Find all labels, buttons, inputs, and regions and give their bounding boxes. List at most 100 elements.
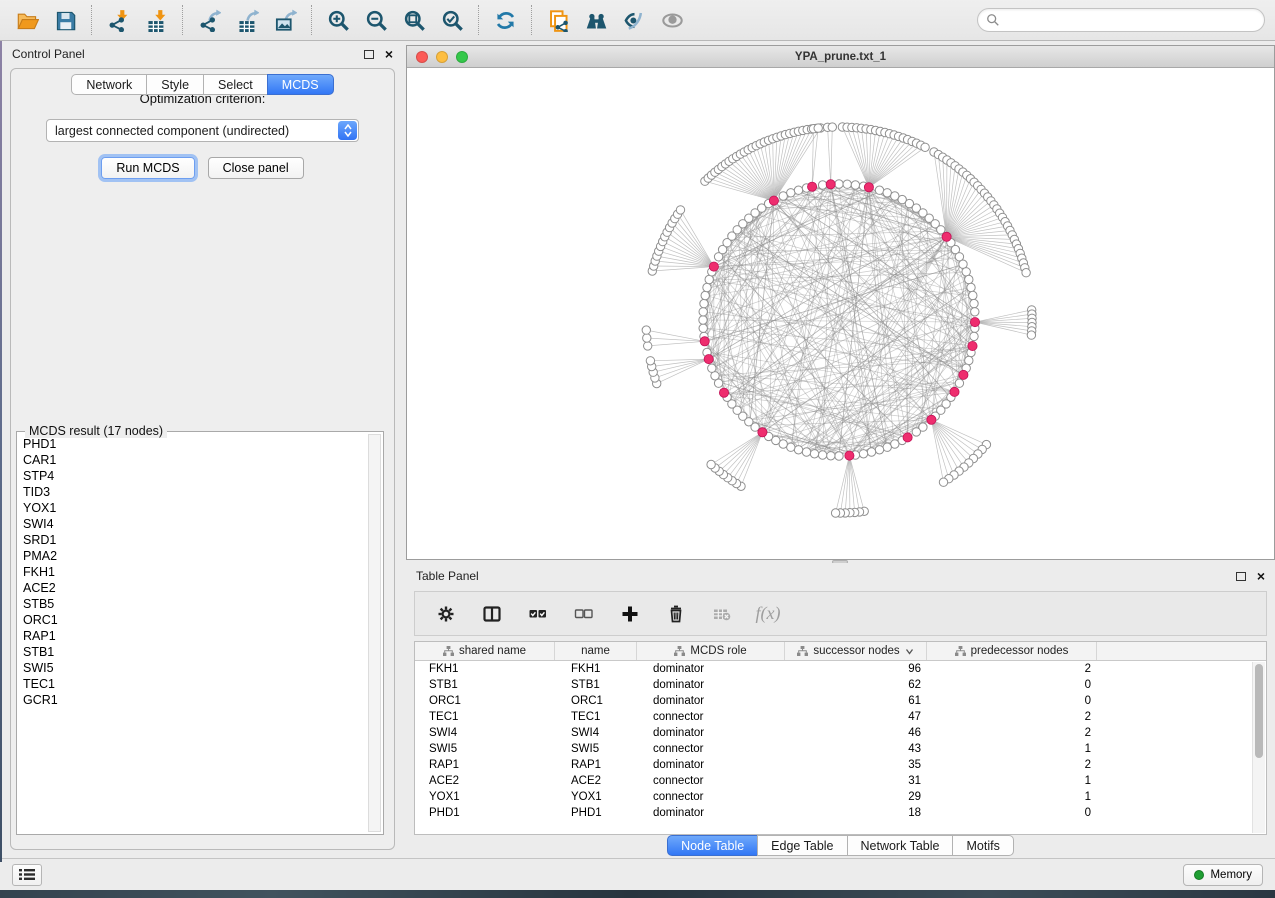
tab-select[interactable]: Select bbox=[203, 74, 268, 95]
mcds-node-item[interactable]: SWI5 bbox=[23, 660, 367, 676]
mcds-node-item[interactable]: PMA2 bbox=[23, 548, 367, 564]
table-row[interactable]: SWI5SWI5connector431 bbox=[415, 741, 1266, 757]
delete-row-button[interactable] bbox=[665, 603, 687, 625]
export-table-button[interactable] bbox=[228, 4, 266, 36]
import-table-icon bbox=[145, 9, 168, 32]
tab-motifs[interactable]: Motifs bbox=[952, 835, 1013, 856]
mcds-result-list[interactable]: PHD1CAR1STP4TID3YOX1SWI4SRD1PMA2FKH1ACE2… bbox=[23, 436, 367, 830]
table-row[interactable]: RAP1RAP1dominator352 bbox=[415, 757, 1266, 773]
column-namespace-icon bbox=[443, 646, 454, 656]
tab-node-table[interactable]: Node Table bbox=[667, 835, 758, 856]
column-settings-button[interactable] bbox=[435, 603, 457, 625]
refresh-view-button[interactable] bbox=[486, 4, 524, 36]
memory-button[interactable]: Memory bbox=[1183, 864, 1263, 886]
network-window-titlebar[interactable]: YPA_prune.txt_1 bbox=[407, 46, 1274, 68]
hide-selected-button[interactable] bbox=[615, 4, 653, 36]
mcds-node-item[interactable]: STB1 bbox=[23, 644, 367, 660]
table-row[interactable]: PHD1PHD1dominator180 bbox=[415, 805, 1266, 821]
table-cell: TEC1 bbox=[555, 711, 637, 723]
delete-table-button[interactable] bbox=[711, 603, 733, 625]
column-header-predecessor-nodes[interactable]: predecessor nodes bbox=[927, 642, 1097, 660]
tab-edge-table[interactable]: Edge Table bbox=[757, 835, 847, 856]
zoom-fit-button[interactable] bbox=[395, 4, 433, 36]
mcds-node-item[interactable]: TEC1 bbox=[23, 676, 367, 692]
clone-network-button[interactable] bbox=[539, 4, 577, 36]
select-all-button[interactable] bbox=[527, 603, 549, 625]
control-panel-title: Control Panel bbox=[12, 47, 85, 61]
optimization-select[interactable]: largest connected component (undirected) bbox=[46, 119, 359, 142]
tab-network-table[interactable]: Network Table bbox=[847, 835, 954, 856]
node-table: shared namenameMCDS rolesuccessor nodesp… bbox=[414, 641, 1267, 835]
zoom-selected-button[interactable] bbox=[433, 4, 471, 36]
mcds-node-item[interactable]: STP4 bbox=[23, 468, 367, 484]
mcds-node-item[interactable]: RAP1 bbox=[23, 628, 367, 644]
memory-status-dot bbox=[1194, 870, 1204, 880]
mcds-node-item[interactable]: ACE2 bbox=[23, 580, 367, 596]
table-row[interactable]: ACE2ACE2connector311 bbox=[415, 773, 1266, 789]
tab-style[interactable]: Style bbox=[146, 74, 204, 95]
mcds-node-item[interactable]: GCR1 bbox=[23, 692, 367, 708]
table-cell: connector bbox=[637, 791, 785, 803]
mcds-node-item[interactable]: ORC1 bbox=[23, 612, 367, 628]
deselect-all-button[interactable] bbox=[573, 603, 595, 625]
save-session-button[interactable] bbox=[46, 4, 84, 36]
mcds-node-item[interactable]: PHD1 bbox=[23, 436, 367, 452]
mcds-node-item[interactable]: YOX1 bbox=[23, 500, 367, 516]
mcds-result-box: MCDS result (17 nodes) PHD1CAR1STP4TID3Y… bbox=[16, 431, 384, 835]
zoom-window-light[interactable] bbox=[456, 51, 468, 63]
table-cell: dominator bbox=[637, 695, 785, 707]
export-image-button[interactable] bbox=[266, 4, 304, 36]
zoom-in-button[interactable] bbox=[319, 4, 357, 36]
show-all-button[interactable] bbox=[653, 4, 691, 36]
find-button[interactable] bbox=[577, 4, 615, 36]
table-scrollbar-thumb[interactable] bbox=[1255, 664, 1263, 758]
close-panel-icon[interactable]: × bbox=[385, 49, 393, 59]
open-session-button[interactable] bbox=[8, 4, 46, 36]
table-row[interactable]: SWI4SWI4dominator462 bbox=[415, 725, 1266, 741]
mcds-node-item[interactable]: FKH1 bbox=[23, 564, 367, 580]
search-input[interactable] bbox=[1000, 13, 1256, 27]
column-header-successor-nodes[interactable]: successor nodes bbox=[785, 642, 927, 660]
table-row[interactable]: FKH1FKH1dominator962 bbox=[415, 661, 1266, 677]
mcds-node-item[interactable]: CAR1 bbox=[23, 452, 367, 468]
export-network-button[interactable] bbox=[190, 4, 228, 36]
function-builder-button[interactable]: f(x) bbox=[757, 603, 779, 625]
minimize-window-light[interactable] bbox=[436, 51, 448, 63]
run-mcds-button[interactable]: Run MCDS bbox=[101, 157, 194, 179]
column-header-name[interactable]: name bbox=[555, 642, 637, 660]
tab-network[interactable]: Network bbox=[71, 74, 147, 95]
window-traffic-lights bbox=[416, 51, 476, 66]
table-row[interactable]: YOX1YOX1connector291 bbox=[415, 789, 1266, 805]
table-cell: 2 bbox=[927, 711, 1097, 723]
close-window-light[interactable] bbox=[416, 51, 428, 63]
mcds-node-item[interactable]: SWI4 bbox=[23, 516, 367, 532]
task-history-button[interactable] bbox=[12, 864, 42, 886]
close-panel-button[interactable]: Close panel bbox=[208, 157, 304, 179]
import-network-button[interactable] bbox=[99, 4, 137, 36]
import-table-button[interactable] bbox=[137, 4, 175, 36]
mcds-node-item[interactable]: SRD1 bbox=[23, 532, 367, 548]
table-cell: 2 bbox=[927, 727, 1097, 739]
close-panel-icon[interactable]: × bbox=[1257, 571, 1265, 581]
column-header-shared-name[interactable]: shared name bbox=[415, 642, 555, 660]
mcds-node-item[interactable]: TID3 bbox=[23, 484, 367, 500]
show-columns-button[interactable] bbox=[481, 603, 503, 625]
mcds-list-scrollbar[interactable] bbox=[368, 434, 381, 832]
float-panel-icon[interactable] bbox=[364, 50, 374, 59]
table-cell: 18 bbox=[785, 807, 927, 819]
tab-mcds[interactable]: MCDS bbox=[267, 74, 334, 95]
network-canvas[interactable] bbox=[407, 68, 1274, 559]
column-namespace-icon bbox=[955, 646, 966, 656]
table-row[interactable]: STB1STB1dominator620 bbox=[415, 677, 1266, 693]
deselect-all-icon bbox=[574, 604, 594, 624]
table-scrollbar[interactable] bbox=[1252, 662, 1265, 833]
zoom-out-button[interactable] bbox=[357, 4, 395, 36]
add-row-button[interactable] bbox=[619, 603, 641, 625]
table-row[interactable]: ORC1ORC1dominator610 bbox=[415, 693, 1266, 709]
mcds-node-item[interactable]: STB5 bbox=[23, 596, 367, 612]
table-row[interactable]: TEC1TEC1connector472 bbox=[415, 709, 1266, 725]
column-header-MCDS-role[interactable]: MCDS role bbox=[637, 642, 785, 660]
zoom-selected-icon bbox=[441, 9, 464, 32]
table-cell: FKH1 bbox=[415, 663, 555, 675]
float-panel-icon[interactable] bbox=[1236, 572, 1246, 581]
